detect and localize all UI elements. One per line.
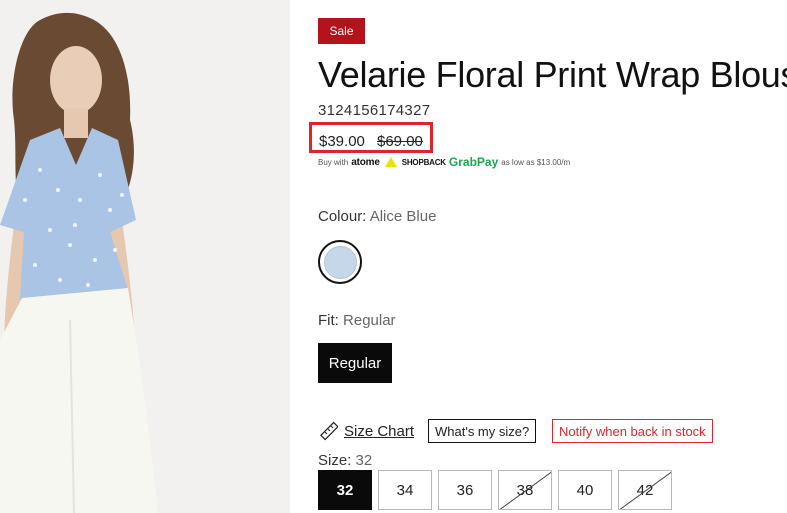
colour-swatch-alice-blue[interactable]	[318, 240, 362, 284]
product-image[interactable]	[0, 0, 290, 513]
size-chart-label: Size Chart	[344, 422, 415, 440]
colour-value: Alice Blue	[369, 208, 437, 225]
product-photo-illustration	[0, 0, 290, 513]
shopback-logo[interactable]: SHOPBACK	[402, 158, 446, 167]
whats-my-size-button[interactable]: What's my size?	[428, 419, 537, 443]
installment-suffix: as low as $13.00/m	[501, 157, 571, 167]
sale-badge: Sale	[318, 18, 365, 44]
size-value: 32	[355, 452, 373, 469]
product-title: Velarie Floral Print Wrap Blouse	[318, 54, 787, 95]
notify-back-in-stock-button[interactable]: Notify when back in stock	[552, 419, 713, 443]
ruler-icon	[320, 421, 338, 441]
fit-label: Fit: Regular	[318, 312, 396, 329]
original-price: $69.00	[377, 133, 423, 150]
colour-label-text: Colour:	[318, 208, 367, 225]
current-price: $39.00	[319, 133, 365, 150]
size-option-40[interactable]: 40	[558, 470, 612, 510]
size-option-42[interactable]: 42	[618, 470, 672, 510]
grabpay-logo[interactable]: GrabPay	[449, 155, 498, 169]
size-option-36[interactable]: 36	[438, 470, 492, 510]
installment-prefix: Buy with	[318, 157, 349, 167]
atome-logo[interactable]: atome	[351, 157, 380, 168]
size-option-38[interactable]: 38	[498, 470, 552, 510]
fit-label-text: Fit:	[318, 312, 339, 329]
size-option-34[interactable]: 34	[378, 470, 432, 510]
swatch-fill	[323, 245, 357, 279]
fit-option-regular[interactable]: Regular	[318, 343, 392, 383]
size-option-32[interactable]: 32	[318, 470, 372, 510]
installment-info: Buy with atome SHOPBACK GrabPay as low a…	[318, 154, 570, 170]
product-sku: 3124156174327	[318, 102, 431, 119]
atome-icon	[384, 157, 397, 167]
colour-label: Colour: Alice Blue	[318, 208, 436, 225]
size-chart-link[interactable]: Size Chart	[318, 421, 414, 441]
size-label-text: Size:	[318, 452, 352, 469]
size-label: Size: 32	[318, 452, 372, 469]
size-options: 32 34 36 38 40 42	[318, 470, 672, 510]
fit-value: Regular	[343, 312, 396, 329]
